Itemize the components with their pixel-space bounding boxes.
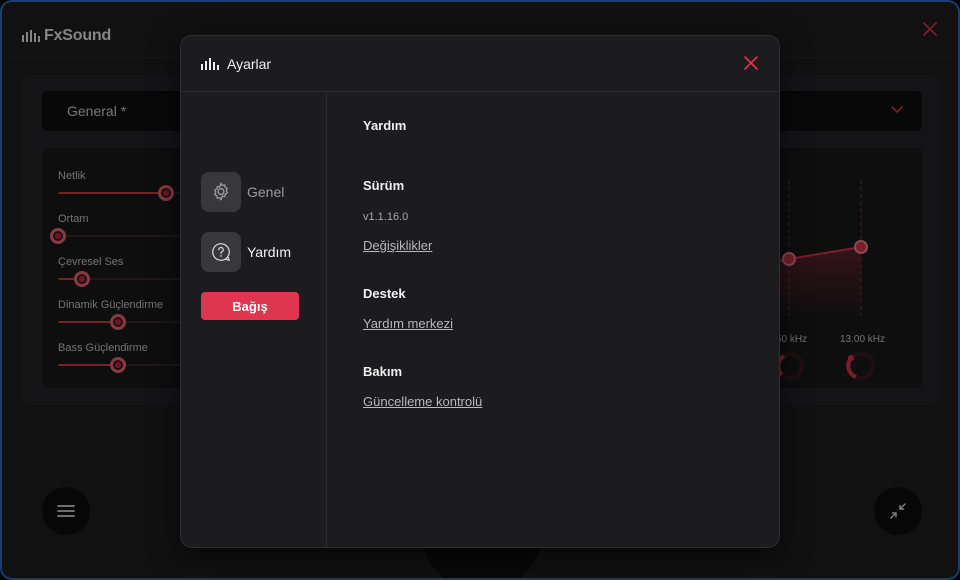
sidebar-item-yardim[interactable]: Yardım xyxy=(201,232,291,272)
version-value: v1.1.16.0 xyxy=(363,211,409,223)
gear-icon xyxy=(214,182,228,201)
dialog-title-wrap: Ayarlar xyxy=(201,56,271,72)
nav-label: Yardım xyxy=(247,244,292,260)
help-heading: Yardım xyxy=(363,118,407,133)
settings-bars-icon xyxy=(201,58,219,70)
help-center-link[interactable]: Yardım merkezi xyxy=(363,316,453,331)
dialog-title: Ayarlar xyxy=(227,56,272,72)
changelog-link[interactable]: Değişiklikler xyxy=(363,238,432,253)
support-title: Destek xyxy=(363,286,406,301)
nav-icon-box xyxy=(201,232,241,272)
settings-dialog: Ayarlar Genel Yardım Bağış Yardım Sürüm … xyxy=(180,35,780,548)
update-check-link[interactable]: Güncelleme kontrolü xyxy=(363,394,482,409)
donate-button[interactable]: Bağış xyxy=(201,292,299,320)
maintenance-title: Bakım xyxy=(363,364,403,379)
help-icon xyxy=(212,243,230,261)
settings-sidebar: Genel Yardım Bağış xyxy=(181,92,327,547)
nav-icon-box xyxy=(201,172,241,212)
sidebar-item-genel[interactable]: Genel xyxy=(201,172,284,212)
nav-label: Genel xyxy=(247,184,285,200)
dialog-close-icon[interactable] xyxy=(743,55,759,71)
dialog-header: Ayarlar xyxy=(181,36,779,92)
version-title: Sürüm xyxy=(363,178,405,193)
